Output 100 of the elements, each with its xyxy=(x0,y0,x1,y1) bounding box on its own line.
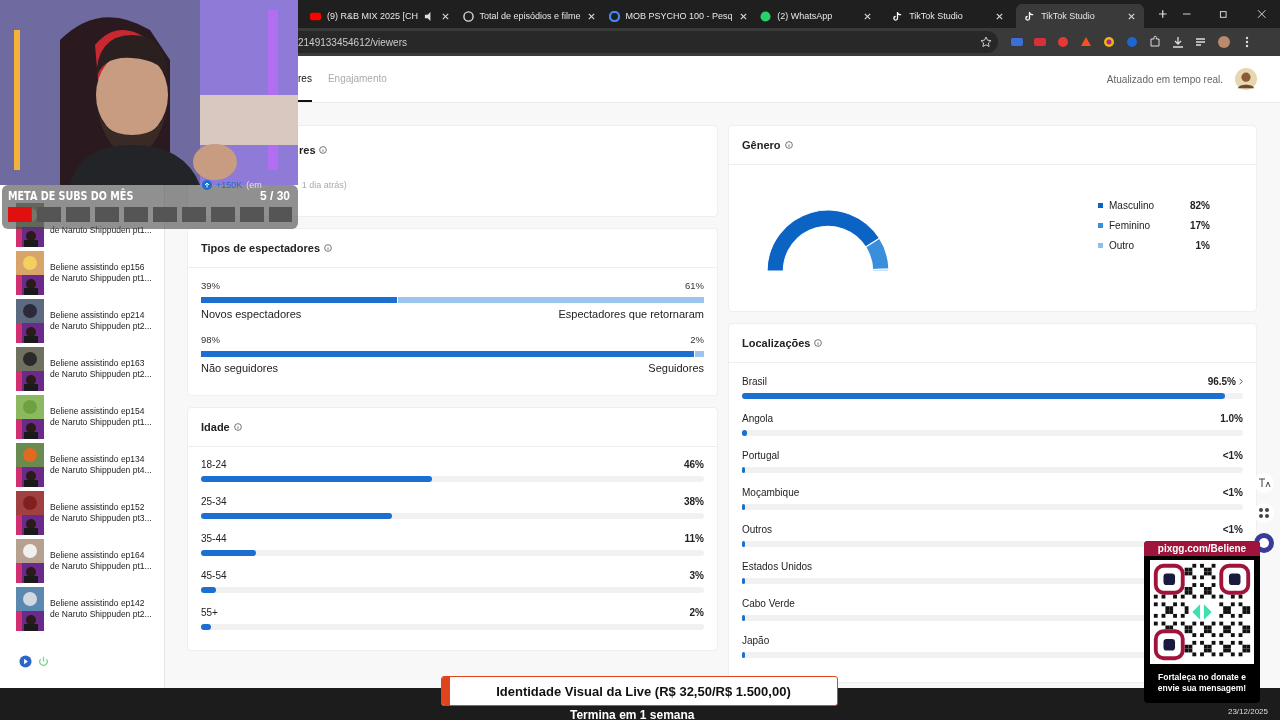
country-label: Outros xyxy=(742,524,772,535)
percentage: 39% xyxy=(201,280,220,291)
bar-label: 55+ xyxy=(201,607,218,618)
chevron-right-icon[interactable] xyxy=(1239,378,1243,385)
percentage: 1.0% xyxy=(1220,413,1243,424)
video-title: Beliene assistindo ep154 xyxy=(50,406,146,417)
legend-label: Outro xyxy=(1109,239,1135,251)
close-icon[interactable] xyxy=(586,11,596,21)
video-title: de Naruto Shippuden pt4... xyxy=(50,465,152,476)
percentage: 3% xyxy=(689,570,704,581)
info-icon[interactable] xyxy=(784,141,793,149)
star-icon[interactable] xyxy=(980,36,992,48)
video-title: Beliene assistindo ep152 xyxy=(50,502,146,513)
extension-icon[interactable] xyxy=(1056,35,1070,49)
close-icon[interactable] xyxy=(1256,9,1266,19)
video-title: de Naruto Shippuden pt3... xyxy=(50,513,152,524)
site-icon xyxy=(608,10,620,22)
video-item[interactable]: Beliene assistindo ep142 de Naruto Shippuden pt2... xyxy=(0,587,164,631)
country-label: Cabo Verde xyxy=(742,598,795,609)
bar-label: Não seguidores xyxy=(201,362,279,374)
card-title: res xyxy=(299,144,316,156)
avatar-icon[interactable] xyxy=(1235,68,1257,90)
site-icon xyxy=(760,10,772,22)
legend-value: 17% xyxy=(1190,219,1210,231)
address-field[interactable]: 2149133454612/viewers xyxy=(298,31,998,53)
playlist-icon[interactable] xyxy=(1194,35,1208,49)
download-icon[interactable] xyxy=(1171,35,1185,49)
translate-icon[interactable] xyxy=(1254,473,1274,493)
info-icon[interactable] xyxy=(318,146,327,154)
percentage: 46% xyxy=(684,459,704,470)
goal-count: 5 / 30 xyxy=(259,189,290,203)
site-icon xyxy=(462,10,474,22)
browser-tab[interactable]: TikTok Studio xyxy=(1016,4,1145,28)
video-title: de Naruto Shippuden pt1... xyxy=(50,273,152,284)
bar-label: 45-54 xyxy=(201,570,227,581)
country-label: Portugal xyxy=(742,450,780,461)
country-label: Japão xyxy=(742,635,770,646)
bar-label: 25-34 xyxy=(201,496,227,507)
site-icon xyxy=(310,10,321,22)
browser-tab[interactable]: Total de episódios e filme xyxy=(454,4,597,28)
legend-label: Feminino xyxy=(1109,219,1152,231)
extension-icon[interactable] xyxy=(1079,35,1093,49)
close-icon[interactable] xyxy=(738,11,748,21)
percentage: 2% xyxy=(689,607,704,618)
bar-label: 35-44 xyxy=(201,533,227,544)
video-title: de Naruto Shippuden pt1... xyxy=(50,225,152,236)
close-icon[interactable] xyxy=(863,11,873,21)
percentage: 2% xyxy=(690,334,704,345)
site-icon xyxy=(892,10,904,22)
card-title: Gênero xyxy=(742,139,781,151)
video-item[interactable]: Beliene assistindo ep163 de Naruto Shippuden pt2... xyxy=(0,347,164,391)
browser-tab[interactable]: MOB PSYCHO 100 - Pesq xyxy=(600,4,749,28)
bar-label: Espectadores que retornaram xyxy=(558,308,704,320)
percentage: <1% xyxy=(1222,450,1243,461)
video-title: de Naruto Shippuden pt2... xyxy=(50,609,152,620)
video-item[interactable]: Beliene assistindo ep164 de Naruto Shippuden pt1... xyxy=(0,539,164,583)
video-title: Beliene assistindo ep156 xyxy=(50,262,146,273)
video-item[interactable]: Beliene assistindo ep156 de Naruto Shippuden pt1... xyxy=(0,251,164,295)
close-icon[interactable] xyxy=(995,11,1005,21)
donation-goal-text: Identidade Visual da Live (R$ 32,50/R$ 1.500,00) xyxy=(495,683,792,699)
browser-tab[interactable]: (9) R&B MIX 2025 [CH xyxy=(302,4,451,28)
info-icon[interactable] xyxy=(233,423,242,431)
video-title: de Naruto Shippuden pt2... xyxy=(50,369,152,380)
legend-value: 1% xyxy=(1195,239,1210,251)
info-icon[interactable] xyxy=(814,339,823,347)
bar-label: 18-24 xyxy=(201,459,227,470)
bar-label: Seguidores xyxy=(648,362,704,374)
video-item[interactable]: Beliene assistindo ep214 de Naruto Shippuden pt2... xyxy=(0,299,164,343)
video-item[interactable]: Beliene assistindo ep134 de Naruto Shippuden pt4... xyxy=(0,443,164,487)
taskbar-date: 23/12/2025 xyxy=(1227,707,1268,716)
percentage: 98% xyxy=(201,334,220,345)
card-title: Tipos de espectadores xyxy=(201,242,320,254)
qr-message: Fortaleça no donate e envie sua mensagem! xyxy=(1156,672,1248,694)
video-title: Beliene assistindo ep164 xyxy=(50,550,146,561)
video-title: Beliene assistindo ep214 xyxy=(50,310,146,321)
video-title: de Naruto Shippuden pt1... xyxy=(50,561,152,572)
avatar-icon[interactable] xyxy=(1217,35,1231,49)
arrow-up-icon xyxy=(202,180,212,190)
video-item[interactable]: Beliene assistindo ep154 de Naruto Shippuden pt1... xyxy=(0,395,164,439)
percentage: 61% xyxy=(685,280,704,291)
video-item[interactable]: Beliene assistindo ep152 de Naruto Shippuden pt3... xyxy=(0,491,164,535)
video-title: Beliene assistindo ep134 xyxy=(50,454,146,465)
puzzle-icon[interactable] xyxy=(1148,35,1162,49)
percentage: 11% xyxy=(684,533,704,544)
browser-tab[interactable]: (2) WhatsApp xyxy=(752,4,881,28)
grid-icon[interactable] xyxy=(1254,503,1274,523)
browser-tab[interactable]: TikTok Studio xyxy=(884,4,1013,28)
legend-value: 82% xyxy=(1190,199,1210,211)
card-title: Idade xyxy=(201,421,230,433)
new-tab-icon[interactable] xyxy=(1158,9,1168,19)
close-icon[interactable] xyxy=(1127,11,1137,21)
extension-icon[interactable] xyxy=(1102,35,1116,49)
info-icon[interactable] xyxy=(324,244,332,252)
site-icon xyxy=(1024,10,1036,22)
restore-icon[interactable] xyxy=(1219,9,1229,19)
video-title: de Naruto Shippuden pt1... xyxy=(50,417,152,428)
close-icon[interactable] xyxy=(441,11,451,21)
percentage: <1% xyxy=(1222,524,1243,535)
play-icon[interactable] xyxy=(19,655,32,668)
bar-label: Novos espectadores xyxy=(201,308,302,320)
